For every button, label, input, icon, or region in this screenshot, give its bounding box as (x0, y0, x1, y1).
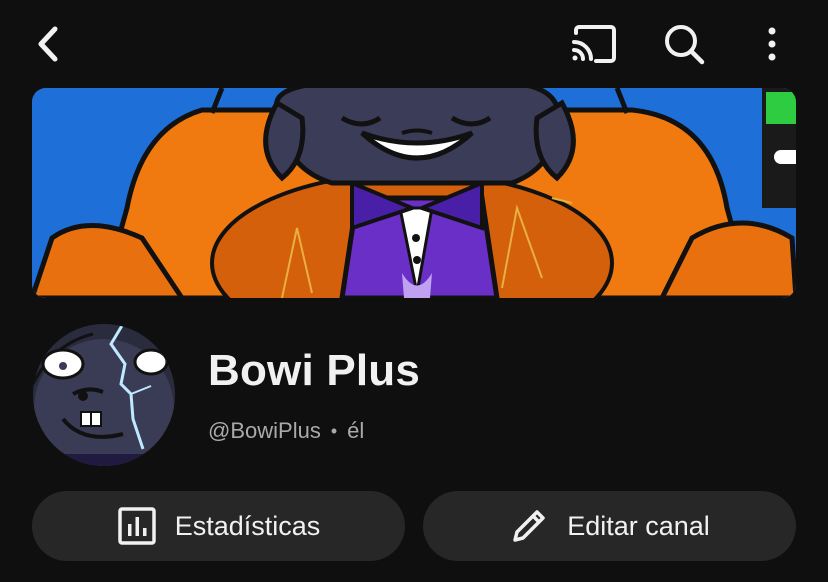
analytics-icon (117, 507, 156, 545)
channel-pronoun: él (347, 418, 365, 443)
channel-banner (32, 88, 796, 298)
search-icon (665, 25, 705, 65)
pencil-icon (513, 510, 545, 542)
cast-icon (572, 25, 616, 63)
edit-channel-button-label: Editar canal (567, 510, 710, 541)
chevron-left-icon (38, 26, 58, 62)
back-button[interactable] (22, 18, 74, 70)
top-bar (0, 0, 828, 88)
banner-artwork (32, 88, 796, 298)
channel-avatar[interactable] (33, 324, 175, 466)
search-button[interactable] (656, 18, 712, 70)
handle-separator: • (330, 420, 338, 441)
stats-button[interactable]: Estadísticas (32, 491, 405, 561)
channel-name: Bowi Plus (208, 346, 421, 395)
more-options-button[interactable] (748, 18, 796, 70)
cast-button[interactable] (566, 18, 622, 70)
channel-handle: @BowiPlus (208, 418, 321, 443)
more-vertical-icon (768, 27, 776, 61)
avatar-artwork (33, 324, 175, 466)
stats-button-label: Estadísticas (174, 510, 321, 541)
edit-channel-button[interactable]: Editar canal (423, 491, 796, 561)
channel-handle-row: @BowiPlus • él (208, 418, 364, 444)
